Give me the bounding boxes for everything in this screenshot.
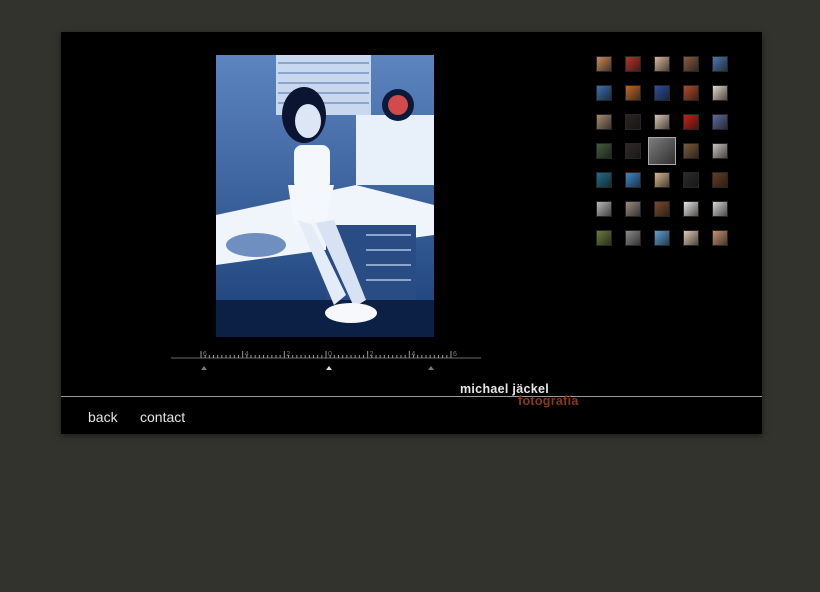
thumbnail[interactable]: [684, 173, 698, 187]
ruler-tick-label: 6: [453, 351, 457, 358]
timeline-ruler: 6 4 2 0 2 4 6: [171, 351, 481, 370]
thumbnail[interactable]: [655, 202, 669, 216]
thumbnail[interactable]: [684, 57, 698, 71]
thumbnail[interactable]: [597, 144, 611, 158]
thumbnail[interactable]: [655, 173, 669, 187]
slider-marker-icon[interactable]: [428, 366, 434, 370]
main-photo-image: [216, 55, 434, 337]
thumbnail-grid: [597, 57, 737, 257]
timeline-slider[interactable]: 6 4 2 0 2 4 6: [171, 346, 481, 376]
thumbnail[interactable]: [713, 144, 727, 158]
thumbnail[interactable]: [597, 57, 611, 71]
ruler-tick-label: 4: [411, 351, 415, 358]
thumbnail[interactable]: [626, 57, 640, 71]
thumbnail[interactable]: [655, 86, 669, 100]
thumbnail[interactable]: [626, 231, 640, 245]
thumbnail[interactable]: [684, 231, 698, 245]
thumbnail[interactable]: [684, 86, 698, 100]
brand-subtitle: fotografía: [518, 394, 579, 408]
thumbnail[interactable]: [713, 202, 727, 216]
thumbnail[interactable]: [684, 115, 698, 129]
ruler-tick-label: 6: [203, 351, 207, 358]
thumbnail[interactable]: [684, 144, 698, 158]
thumbnail[interactable]: [597, 173, 611, 187]
thumbnail[interactable]: [713, 86, 727, 100]
thumbnail[interactable]: [626, 173, 640, 187]
thumbnail[interactable]: [597, 202, 611, 216]
ruler-tick-label: 2: [286, 351, 290, 358]
ruler-tick-label: 0: [328, 351, 332, 358]
thumbnail-selected[interactable]: [649, 138, 675, 164]
thumbnail[interactable]: [655, 231, 669, 245]
thumbnail[interactable]: [597, 86, 611, 100]
thumbnail[interactable]: [626, 115, 640, 129]
thumbnail[interactable]: [626, 144, 640, 158]
back-link[interactable]: back: [88, 409, 118, 425]
slider-handle-icon[interactable]: [326, 366, 332, 370]
thumbnail[interactable]: [626, 86, 640, 100]
thumbnail[interactable]: [713, 231, 727, 245]
thumbnail[interactable]: [713, 173, 727, 187]
thumbnail[interactable]: [713, 115, 727, 129]
ruler-tick-label: 4: [245, 351, 249, 358]
ruler-tick-label: 2: [370, 351, 374, 358]
gallery-panel: 6420246 michael jäckel fotografía back c…: [61, 32, 762, 434]
thumbnail[interactable]: [597, 231, 611, 245]
thumbnail[interactable]: [684, 202, 698, 216]
contact-link[interactable]: contact: [140, 409, 185, 425]
thumbnail[interactable]: [655, 115, 669, 129]
slider-marker-icon[interactable]: [201, 366, 207, 370]
thumbnail[interactable]: [597, 115, 611, 129]
thumbnail[interactable]: [655, 57, 669, 71]
divider: [61, 396, 762, 397]
main-photo: [216, 55, 434, 337]
thumbnail[interactable]: [626, 202, 640, 216]
thumbnail[interactable]: [713, 57, 727, 71]
